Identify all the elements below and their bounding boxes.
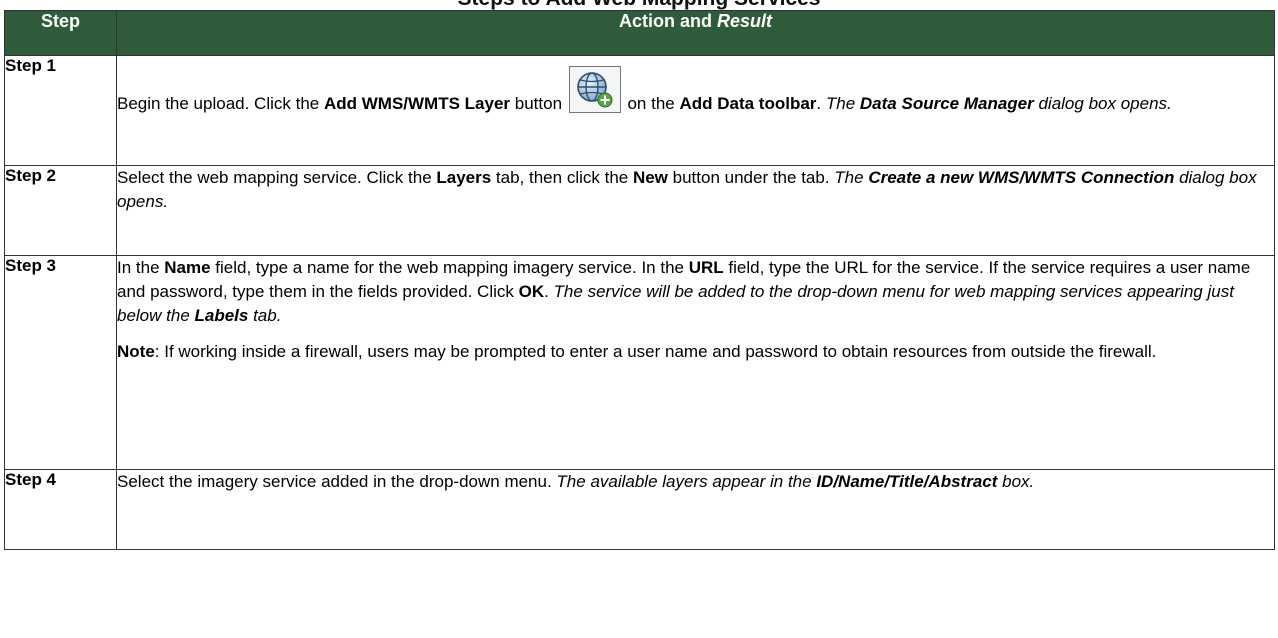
step-label: Step 4 <box>4 469 117 550</box>
table-row: Step 3 In the Name field, type a name fo… <box>4 255 1275 470</box>
steps-table: Step Action and Result Step 1 Begin the … <box>4 10 1275 550</box>
table-row: Step 2 Select the web mapping service. C… <box>4 165 1275 256</box>
table-row: Step 4 Select the imagery service added … <box>4 469 1275 550</box>
note-paragraph: Note: If working inside a firewall, user… <box>117 342 1157 361</box>
header-action: Action and Result <box>116 10 1275 56</box>
step-action: Select the web mapping service. Click th… <box>116 165 1275 256</box>
step-label: Step 1 <box>4 55 117 166</box>
table-header-row: Step Action and Result <box>4 10 1275 56</box>
step-action: Select the imagery service added in the … <box>116 469 1275 550</box>
step-label: Step 3 <box>4 255 117 470</box>
header-step: Step <box>4 10 117 56</box>
step-action: In the Name field, type a name for the w… <box>116 255 1275 470</box>
step-label: Step 2 <box>4 165 117 256</box>
table-row: Step 1 Begin the upload. Click the Add W… <box>4 55 1275 166</box>
step-action: Begin the upload. Click the Add WMS/WMTS… <box>116 55 1275 166</box>
table-caption-text: Steps to Add Web Mapping Services <box>0 0 1278 10</box>
add-wms-layer-button-icon <box>568 66 621 113</box>
